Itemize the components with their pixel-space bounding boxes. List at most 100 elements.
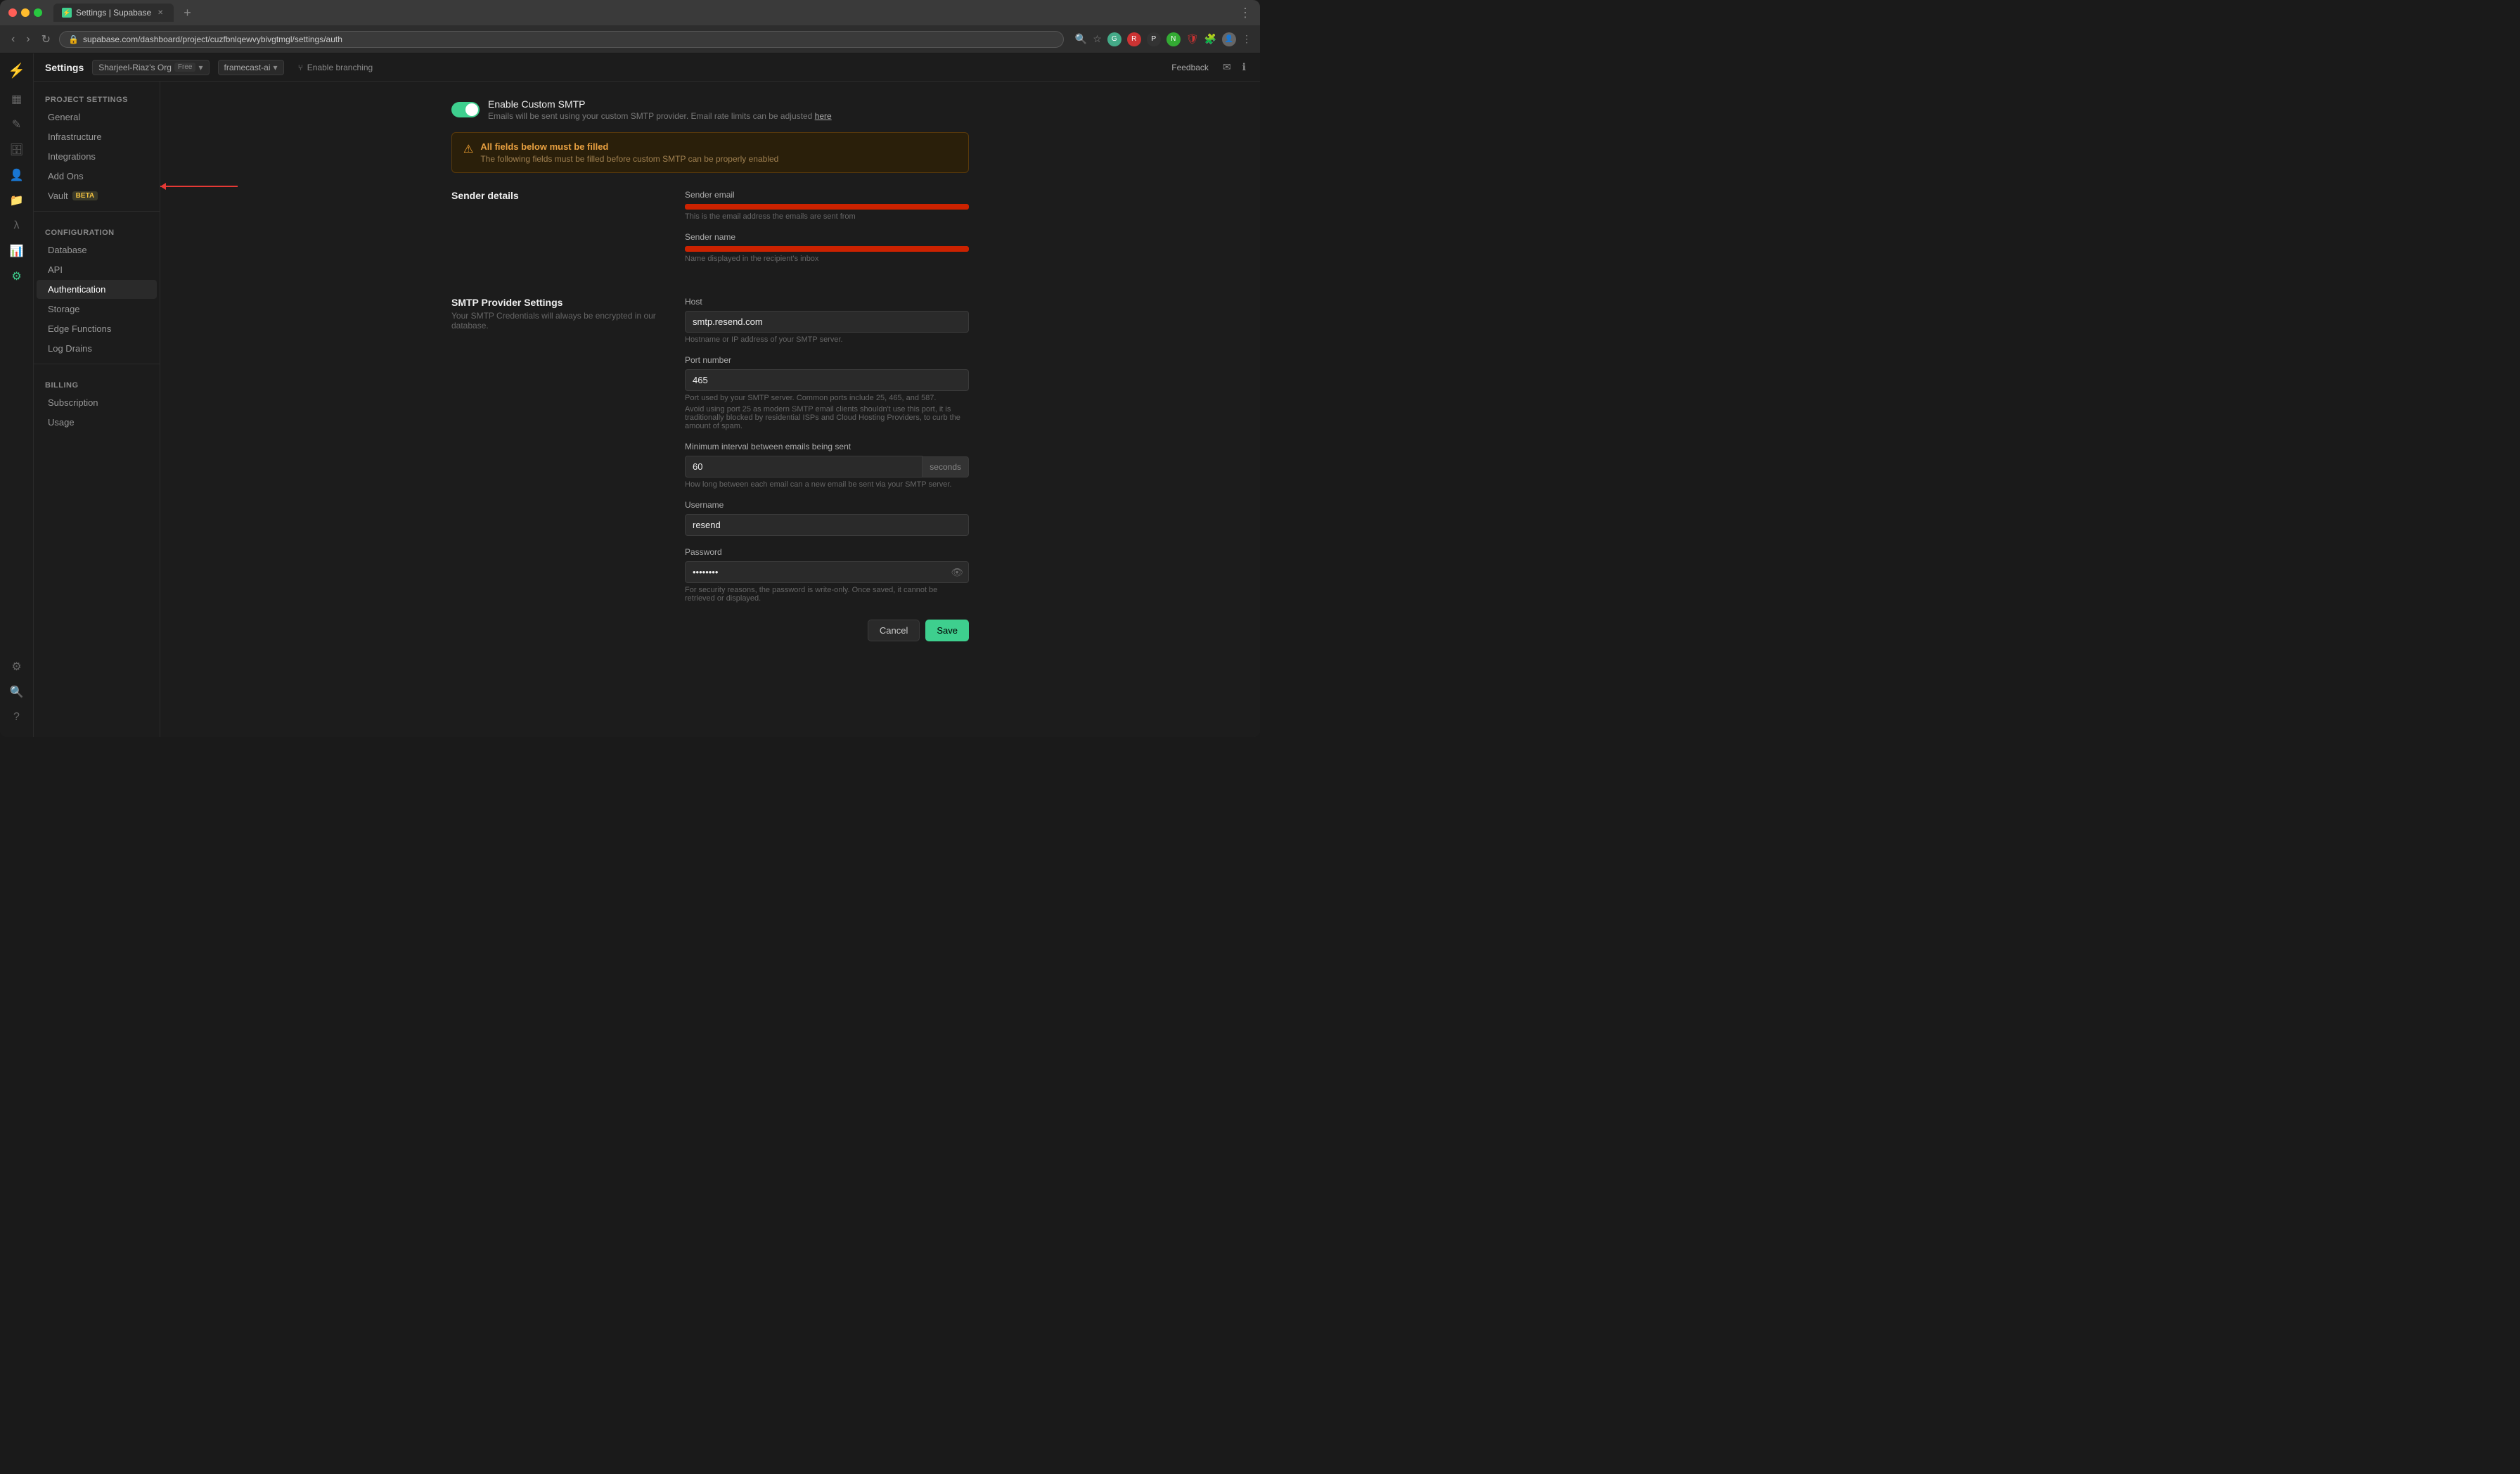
rail-icon-auth[interactable]: 👤 [6,164,28,186]
form-actions: Cancel Save [685,620,969,641]
lock-icon: 🔒 [68,34,79,44]
sidebar-item-subscription[interactable]: Subscription [37,393,157,412]
port-hint-1: Port used by your SMTP server. Common po… [685,394,969,402]
rail-icon-settings[interactable]: ⚙ [6,265,28,288]
password-group: Password 👁 For security reasons, the pas… [685,547,969,603]
page-title: Settings [45,62,84,73]
sidebar-item-add-ons[interactable]: Add Ons [37,167,157,186]
smtp-provider-title: SMTP Provider Settings [451,297,662,308]
host-input[interactable] [685,311,969,333]
host-group: Host Hostname or IP address of your SMTP… [685,297,969,344]
star-icon[interactable]: ☆ [1093,33,1102,45]
rail-icon-settings-bottom[interactable]: ⚙ [6,655,28,678]
address-bar[interactable]: 🔒 supabase.com/dashboard/project/cuzfbnl… [59,31,1064,48]
profile-icon-4[interactable]: N [1166,32,1181,46]
feedback-button[interactable]: Feedback [1166,60,1214,75]
sidebar-item-log-drains[interactable]: Log Drains [37,339,157,358]
project-selector[interactable]: framecast-ai ▾ [218,60,284,75]
smtp-provider-desc-area: SMTP Provider Settings Your SMTP Credent… [451,297,662,641]
sidebar-label-usage: Usage [48,417,75,428]
url-text: supabase.com/dashboard/project/cuzfbnlqe… [83,34,342,44]
profile-icon-2[interactable]: R [1127,32,1141,46]
minimize-window-button[interactable] [21,8,30,17]
sender-email-hint: This is the email address the emails are… [685,212,969,221]
supabase-logo[interactable]: ⚡ [8,62,25,79]
browser-menu-button[interactable]: ⋮ [1239,6,1252,20]
password-input[interactable] [685,561,969,583]
warning-text: The following fields must be filled befo… [480,154,778,164]
enable-branching-area[interactable]: ⑂ Enable branching [298,63,373,72]
sidebar-item-general[interactable]: General [37,108,157,127]
sidebar-label-subscription: Subscription [48,397,98,408]
new-tab-button[interactable]: + [179,6,195,20]
forward-button[interactable]: › [23,30,32,49]
save-button[interactable]: Save [925,620,969,641]
username-input[interactable] [685,514,969,536]
sender-name-error-bar [685,246,969,252]
sidebar-label-vault: Vault [48,191,68,201]
host-label: Host [685,297,969,307]
rail-icon-database[interactable]: 🗄 [6,139,28,161]
rail-icon-editor[interactable]: ✎ [6,113,28,136]
profile-icon-3[interactable]: P [1147,32,1161,46]
git-branch-icon: ⑂ [298,63,303,72]
project-chevron-icon: ▾ [274,63,278,72]
email-icon-button[interactable]: ✉ [1220,58,1234,76]
profile-icon-1[interactable]: G [1107,32,1121,46]
sidebar-item-integrations[interactable]: Integrations [37,147,157,166]
min-interval-label: Minimum interval between emails being se… [685,442,969,451]
info-icon-button[interactable]: ℹ [1240,58,1249,76]
rail-icon-storage[interactable]: 📁 [6,189,28,212]
tab-favicon: ⚡ [62,8,72,18]
content-wrapper: Settings Sharjeel-Riaz's Org Free ▾ fram… [34,53,1260,737]
search-icon[interactable]: 🔍 [1075,33,1087,45]
rail-icon-reports[interactable]: 📊 [6,240,28,262]
smtp-provider-form: Host Hostname or IP address of your SMTP… [685,297,969,641]
smtp-toggle-text: Enable Custom SMTP Emails will be sent u… [488,98,832,121]
rail-icon-help[interactable]: ? [6,706,28,729]
sidebar-item-api[interactable]: API [37,260,157,279]
rail-icon-table[interactable]: ▦ [6,88,28,110]
show-password-button[interactable]: 👁 [951,566,963,578]
sidebar-item-authentication[interactable]: Authentication [37,280,157,299]
min-interval-group: Minimum interval between emails being se… [685,442,969,489]
password-input-wrapper: 👁 [685,561,969,583]
project-settings-header: PROJECT SETTINGS [34,90,160,107]
topbar-right: Feedback ✉ ℹ [1166,58,1249,76]
sidebar-item-usage[interactable]: Usage [37,413,157,432]
sidebar-item-storage[interactable]: Storage [37,300,157,319]
sidebar-label-authentication: Authentication [48,284,105,295]
rail-icon-search[interactable]: 🔍 [6,681,28,703]
rail-icon-functions[interactable]: λ [6,214,28,237]
port-input[interactable] [685,369,969,391]
sidebar-item-infrastructure[interactable]: Infrastructure [37,127,157,146]
sidebar-label-log-drains: Log Drains [48,343,92,354]
maximize-window-button[interactable] [34,8,42,17]
sidebar-item-database[interactable]: Database [37,241,157,259]
sender-details-form: Sender email This is the email address t… [685,190,969,274]
sidebar-label-database: Database [48,245,87,255]
here-link[interactable]: here [815,111,832,121]
reload-button[interactable]: ↻ [39,30,53,49]
org-name: Sharjeel-Riaz's Org [98,63,172,72]
tab-close-button[interactable]: ✕ [155,8,165,18]
username-label: Username [685,500,969,510]
smtp-toggle-label: Enable Custom SMTP [488,98,832,110]
browser-tab[interactable]: ⚡ Settings | Supabase ✕ [53,4,174,22]
browser-menu-dots[interactable]: ⋮ [1242,33,1252,45]
account-icon[interactable]: 👤 [1222,32,1236,46]
extensions-icon[interactable]: 🧩 [1204,33,1216,45]
sidebar-item-edge-functions[interactable]: Edge Functions [37,319,157,338]
plan-badge: Free [174,63,196,72]
billing-header: BILLING [34,376,160,392]
page-top-bar: Settings Sharjeel-Riaz's Org Free ▾ fram… [34,53,1260,82]
smtp-toggle[interactable] [451,102,480,117]
org-selector[interactable]: Sharjeel-Riaz's Org Free ▾ [92,60,209,75]
back-button[interactable]: ‹ [8,30,18,49]
cancel-button[interactable]: Cancel [868,620,920,641]
sidebar-item-vault[interactable]: Vault BETA [37,186,157,205]
browser-toolbar: ‹ › ↻ 🔒 supabase.com/dashboard/project/c… [0,25,1260,53]
sidebar-label-add-ons: Add Ons [48,171,84,181]
close-window-button[interactable] [8,8,17,17]
min-interval-input[interactable] [685,456,922,478]
